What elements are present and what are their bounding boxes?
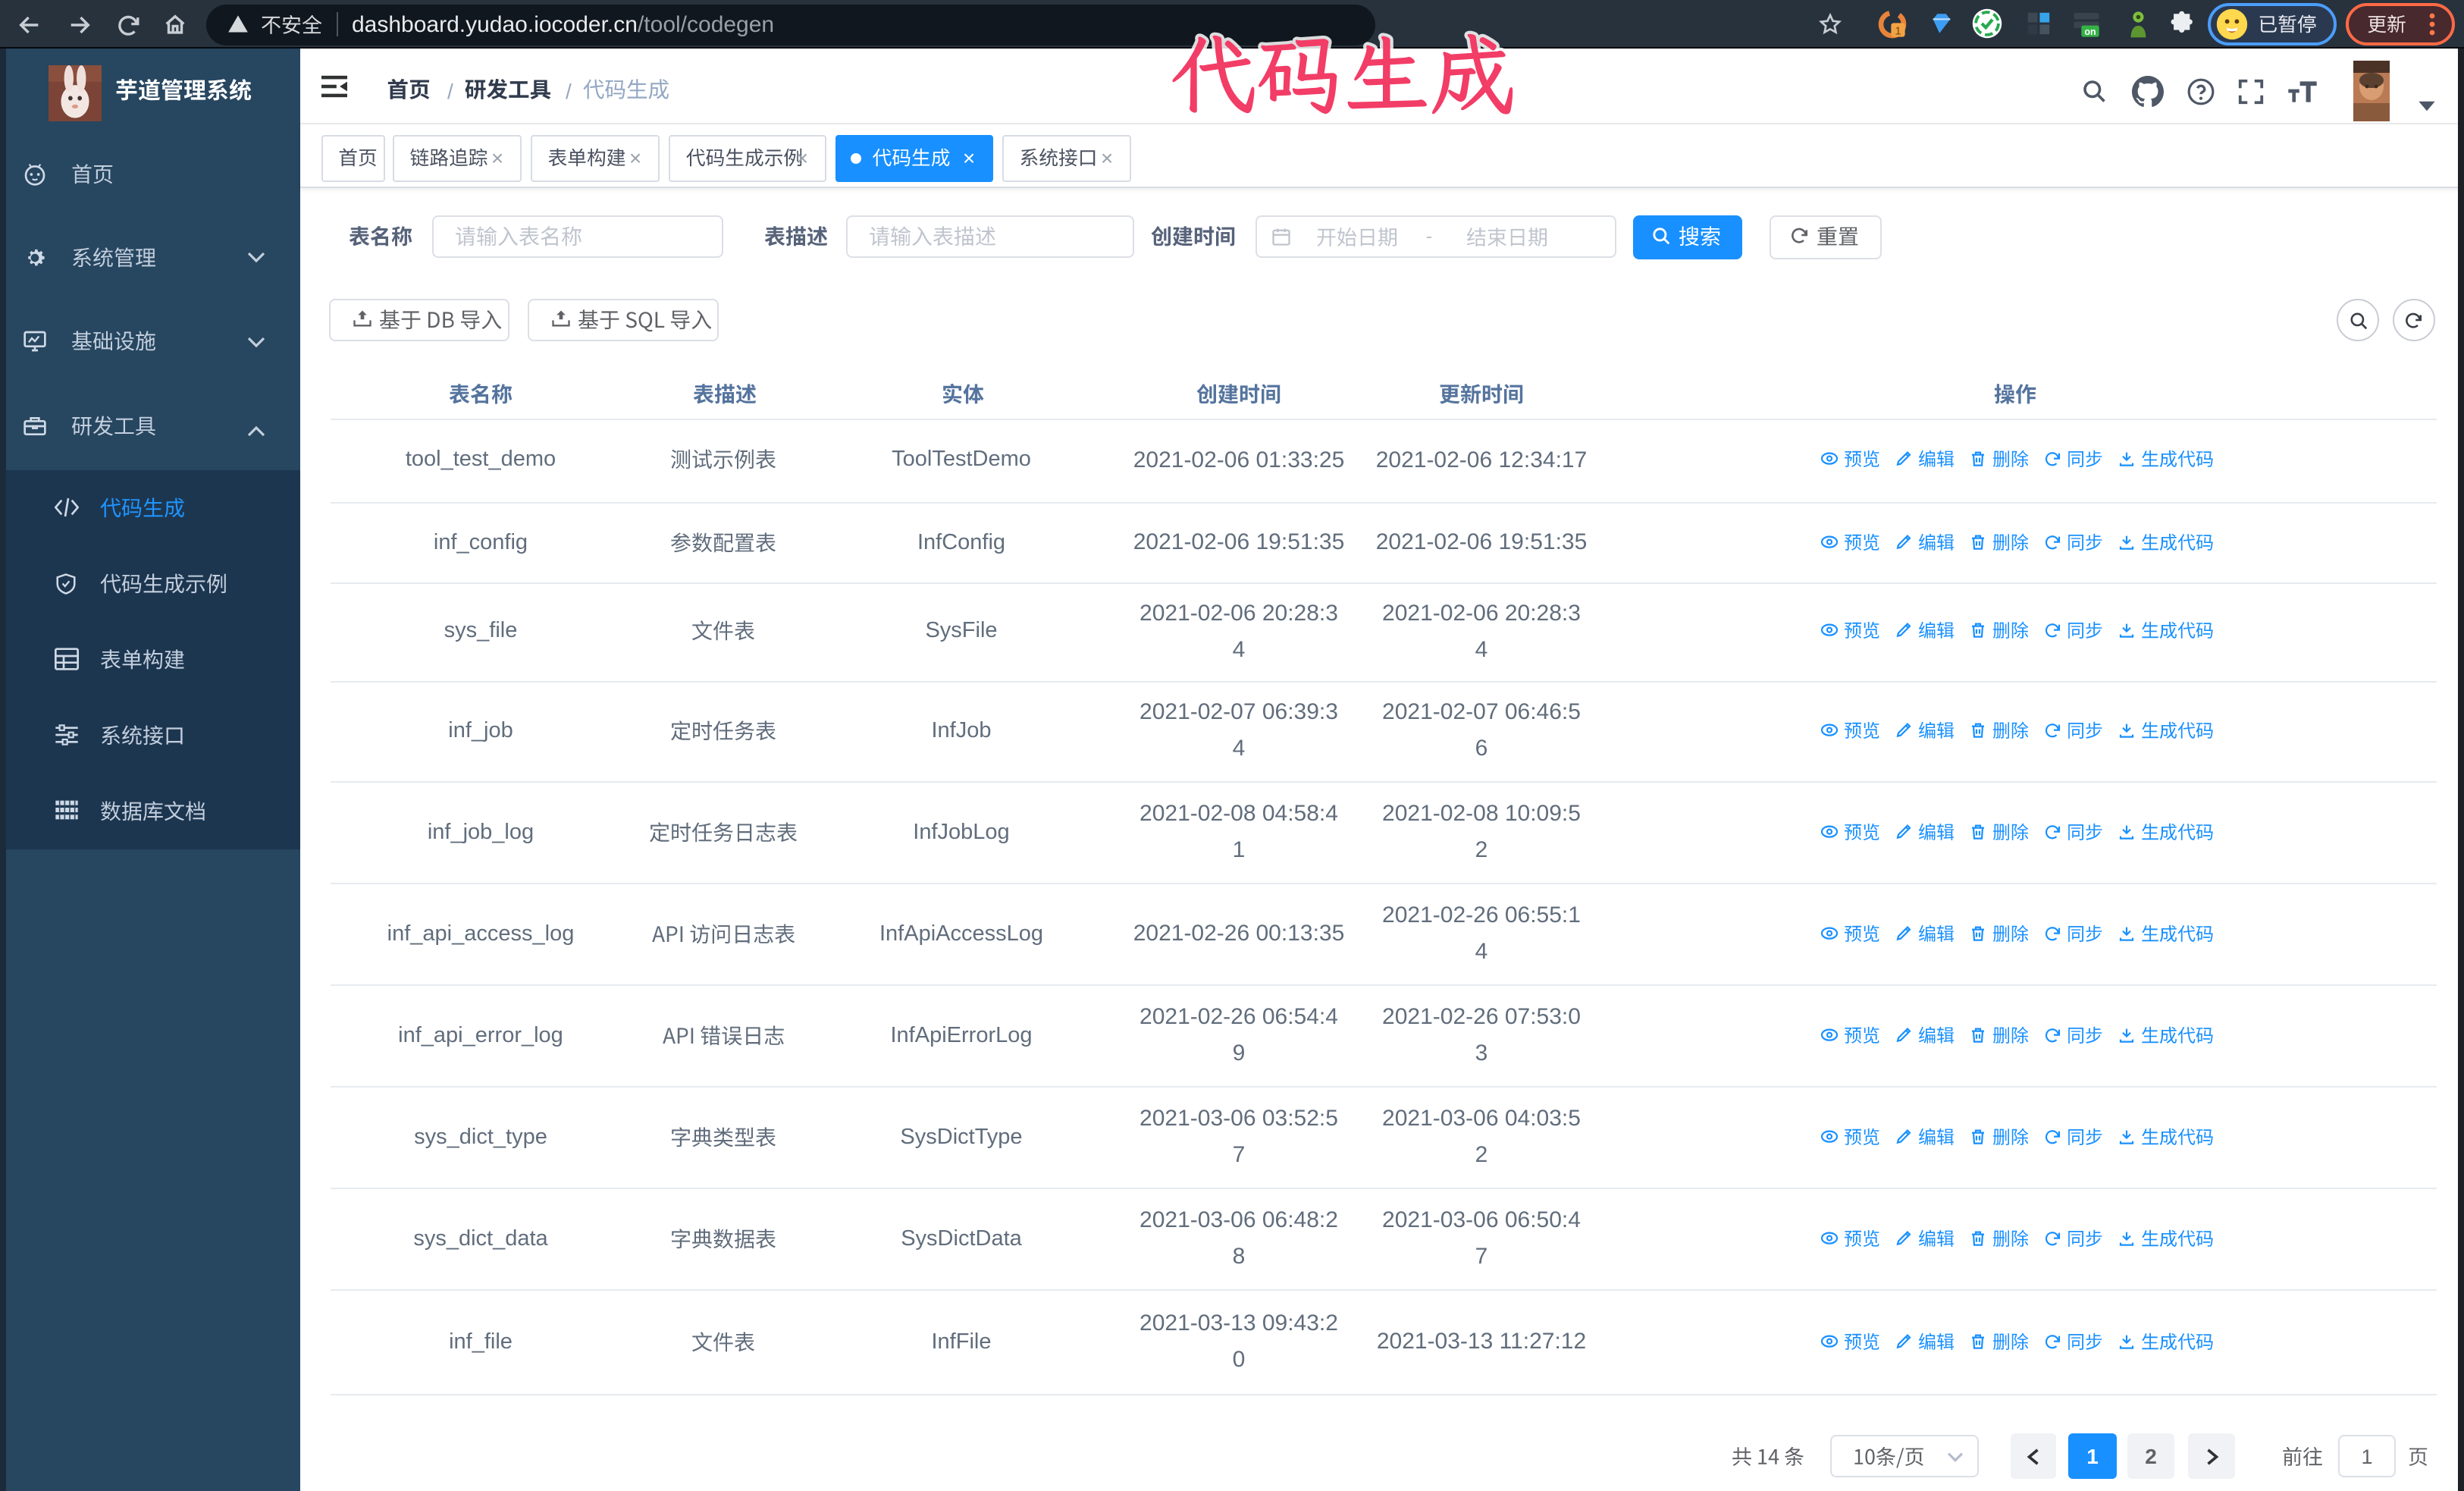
svg-text:1: 1 bbox=[1895, 24, 1901, 37]
svg-text:on: on bbox=[2084, 27, 2096, 37]
